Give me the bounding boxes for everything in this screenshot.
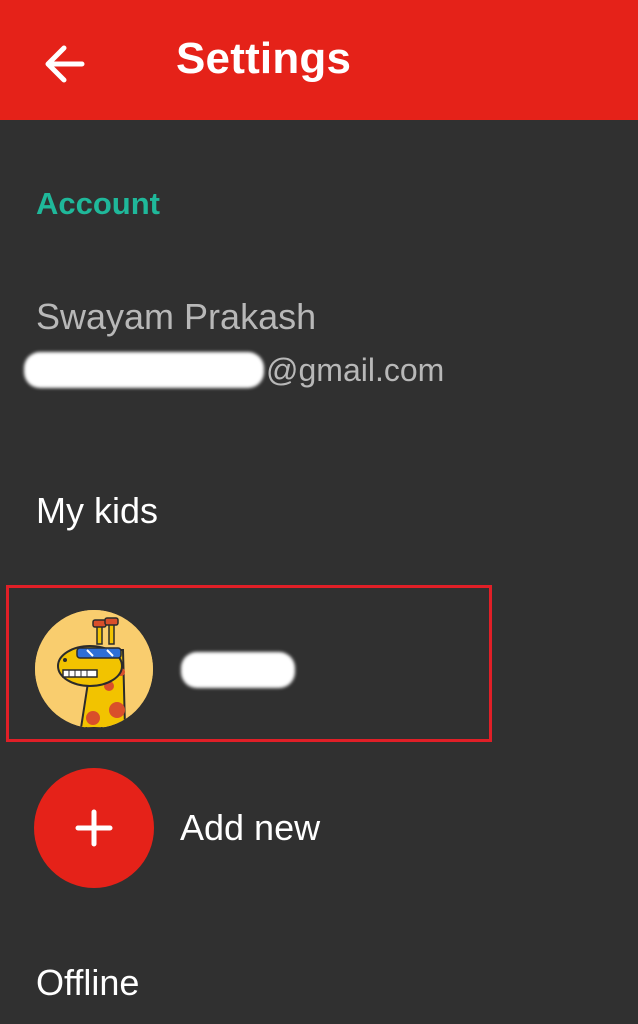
add-button-circle [34, 768, 154, 888]
account-section-header: Account [36, 186, 160, 221]
giraffe-avatar [35, 610, 153, 728]
app-bar: Settings [0, 0, 638, 120]
email-redaction [24, 352, 264, 388]
account-name[interactable]: Swayam Prakash [36, 296, 316, 338]
plus-icon [75, 809, 113, 847]
kid-profile-item[interactable] [6, 585, 492, 742]
back-button[interactable] [28, 28, 100, 100]
offline-header: Offline [36, 962, 140, 1003]
kid-name-redaction [181, 652, 295, 688]
page-title: Settings [176, 34, 352, 83]
add-new-kid-button[interactable]: Add new [34, 767, 374, 889]
arrow-left-icon [45, 45, 85, 83]
add-new-label: Add new [180, 807, 321, 848]
account-email-suffix: @gmail.com [266, 351, 445, 388]
account-email[interactable]: @gmail.com [24, 348, 444, 392]
my-kids-header: My kids [36, 490, 159, 531]
